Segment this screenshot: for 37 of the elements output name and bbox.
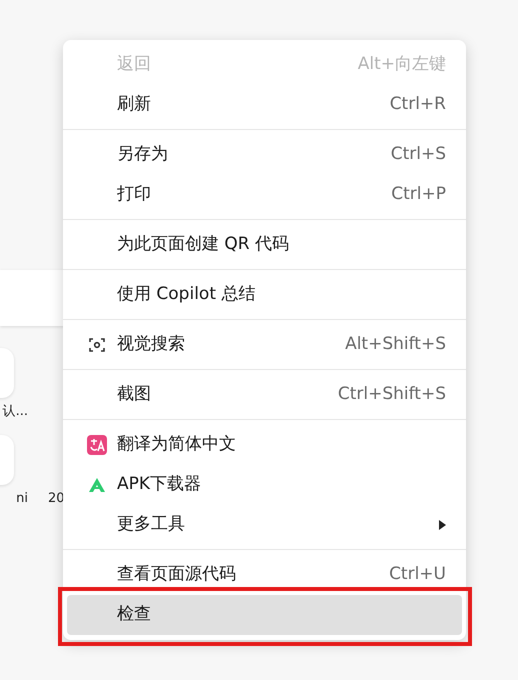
shortcut-text: Ctrl+U — [389, 563, 446, 586]
visual-search-icon — [87, 335, 107, 355]
menu-label: 更多工具 — [117, 513, 186, 536]
shortcut-text: Ctrl+R — [390, 93, 446, 116]
tile-label: 认... — [2, 403, 28, 421]
menu-label: 返回 — [117, 53, 152, 76]
shortcut-text: Ctrl+Shift+S — [338, 383, 446, 406]
menu-item[interactable]: 更多工具 — [67, 505, 462, 545]
menu-label: 打印 — [117, 183, 152, 206]
menu-item[interactable]: 翻译为简体中文 — [67, 425, 462, 465]
menu-label: 为此页面创建 QR 代码 — [117, 233, 290, 256]
submenu-arrow-icon — [438, 520, 446, 530]
shortcut-text: Ctrl+S — [390, 143, 446, 166]
shortcut-text: Ctrl+P — [391, 183, 446, 206]
menu-label: 使用 Copilot 总结 — [117, 283, 256, 306]
shortcut-text: Alt+向左键 — [358, 53, 446, 76]
menu-item[interactable]: APK下载器 — [67, 465, 462, 505]
tile-label: ni — [16, 490, 28, 508]
menu-label: APK下载器 — [117, 473, 202, 496]
menu-label: 截图 — [117, 383, 152, 406]
menu-label: 翻译为简体中文 — [117, 433, 237, 456]
menu-item[interactable]: 另存为 Ctrl+S — [67, 135, 462, 175]
menu-item[interactable]: 刷新 Ctrl+R — [67, 85, 462, 125]
menu-item[interactable]: 打印 Ctrl+P — [67, 175, 462, 215]
menu-label: 视觉搜索 — [117, 333, 186, 356]
menu-label: 检查 — [117, 603, 152, 626]
menu-label: 刷新 — [117, 93, 152, 116]
menu-label: 另存为 — [117, 143, 169, 166]
menu-label: 查看页面源代码 — [117, 563, 237, 586]
menu-item[interactable]: 视觉搜索 Alt+Shift+S — [67, 325, 462, 365]
menu-item[interactable]: 查看页面源代码 Ctrl+U — [67, 555, 462, 595]
menu-item[interactable]: 截图 Ctrl+Shift+S — [67, 375, 462, 415]
menu-item[interactable]: 为此页面创建 QR 代码 — [67, 225, 462, 265]
shortcut-text: Alt+Shift+S — [345, 333, 446, 356]
translate-icon — [87, 435, 107, 455]
menu-item[interactable]: 使用 Copilot 总结 — [67, 275, 462, 315]
menu-item[interactable]: 检查 — [67, 595, 462, 635]
